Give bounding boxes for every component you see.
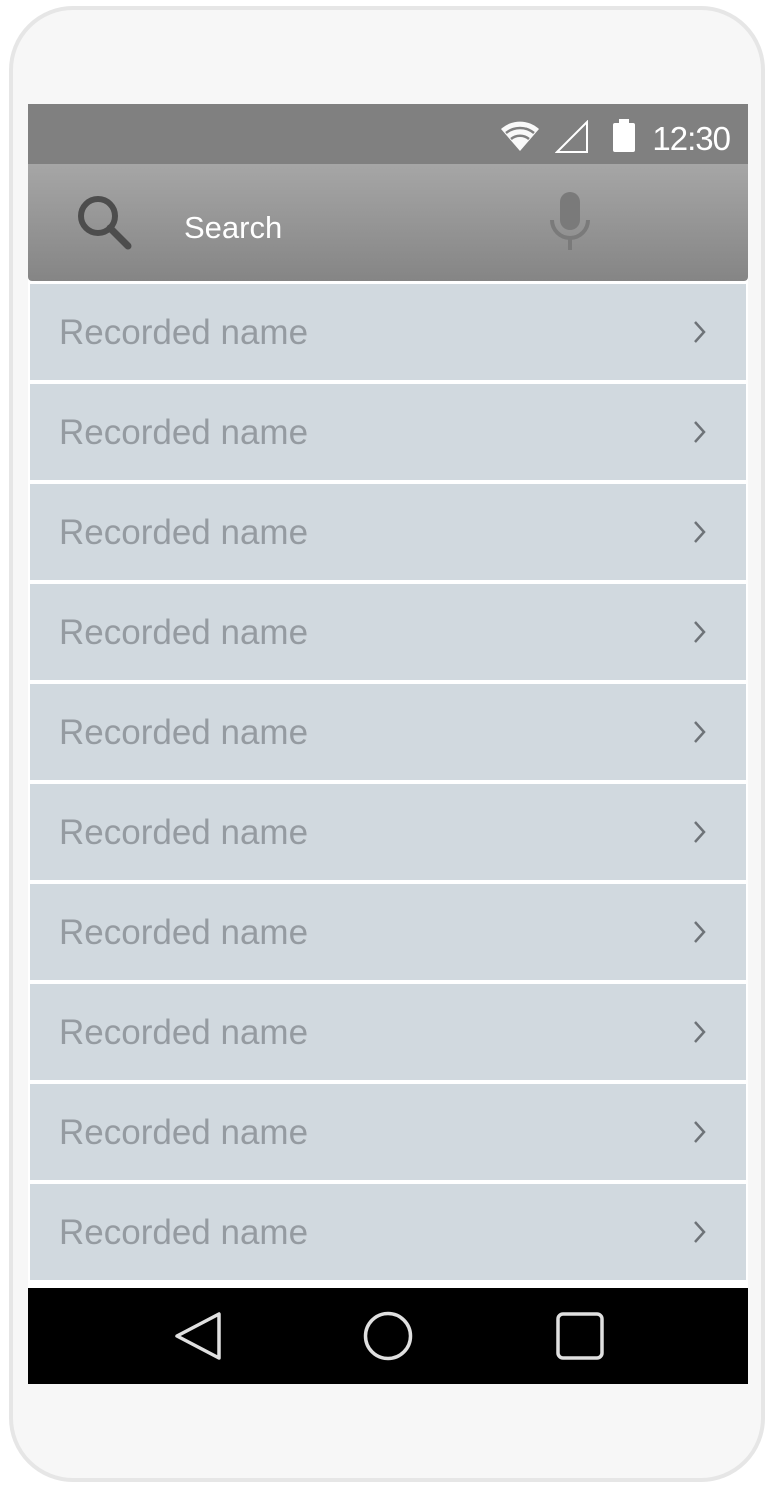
status-bar: 12:30 — [28, 104, 748, 164]
chevron-right-icon — [694, 1021, 706, 1043]
list-item-label: Recorded name — [59, 713, 309, 752]
list-item-label: Recorded name — [59, 1013, 309, 1052]
list-item[interactable]: Recorded name — [30, 484, 746, 580]
status-time: 12:30 — [652, 120, 731, 157]
list-item[interactable]: Recorded name — [30, 1084, 746, 1180]
list-item[interactable]: Recorded name — [30, 584, 746, 680]
list-item-label: Recorded name — [59, 813, 309, 852]
list-item-label: Recorded name — [59, 1113, 309, 1152]
list-item-label: Recorded name — [59, 313, 309, 352]
cell-signal-icon — [555, 120, 588, 153]
chevron-right-icon — [694, 321, 706, 343]
list-item[interactable]: Recorded name — [30, 1184, 746, 1280]
chevron-right-icon — [694, 621, 706, 643]
search-label[interactable]: Search — [184, 210, 282, 246]
list-item-label: Recorded name — [59, 513, 309, 552]
list-item[interactable]: Recorded name — [30, 684, 746, 780]
wifi-icon — [501, 121, 539, 151]
chevron-right-icon — [694, 521, 706, 543]
recents-icon[interactable] — [554, 1310, 606, 1362]
list-item[interactable]: Recorded name — [30, 984, 746, 1080]
chevron-right-icon — [694, 921, 706, 943]
home-icon[interactable] — [362, 1310, 414, 1362]
list-item[interactable]: Recorded name — [30, 884, 746, 980]
recordings-list: Recorded name Recorded name Recorded nam… — [30, 284, 746, 1284]
list-item[interactable]: Recorded name — [30, 384, 746, 480]
chevron-right-icon — [694, 1121, 706, 1143]
back-icon[interactable] — [172, 1310, 224, 1362]
screen: 12:30 Search Recorded name Recorded name… — [28, 104, 748, 1384]
list-item[interactable]: Recorded name — [30, 284, 746, 380]
chevron-right-icon — [694, 421, 706, 443]
search-bar[interactable]: Search — [28, 164, 748, 281]
chevron-right-icon — [694, 821, 706, 843]
navigation-bar — [28, 1288, 748, 1384]
battery-icon — [613, 119, 635, 152]
chevron-right-icon — [694, 1221, 706, 1243]
list-item-label: Recorded name — [59, 913, 309, 952]
mic-icon[interactable] — [546, 190, 594, 254]
search-icon[interactable] — [72, 190, 136, 254]
list-item-label: Recorded name — [59, 413, 309, 452]
list-item[interactable]: Recorded name — [30, 784, 746, 880]
list-item-label: Recorded name — [59, 1213, 309, 1252]
list-item-label: Recorded name — [59, 613, 309, 652]
chevron-right-icon — [694, 721, 706, 743]
